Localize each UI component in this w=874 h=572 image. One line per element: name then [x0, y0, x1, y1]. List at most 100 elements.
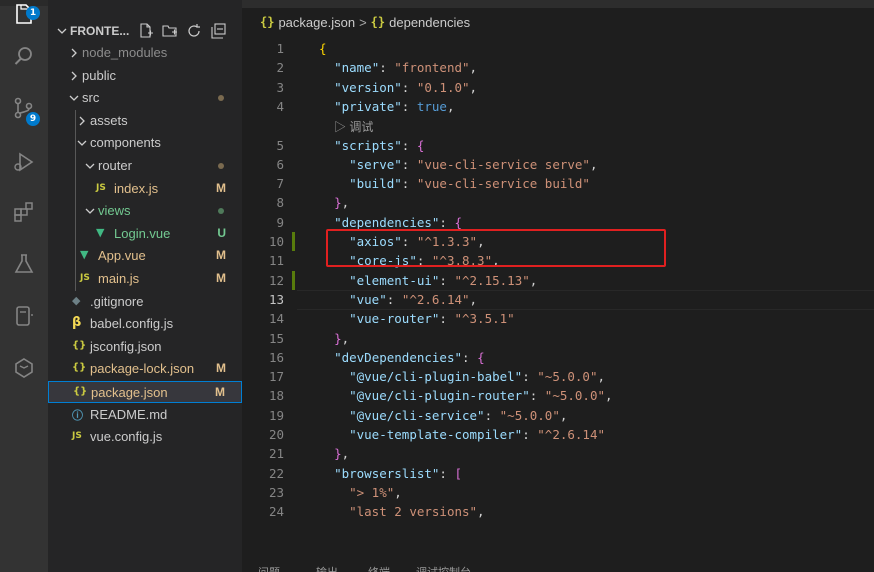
- new-folder-icon[interactable]: [162, 23, 178, 39]
- tree-item[interactable]: ▼ App.vue M: [48, 245, 242, 267]
- explorer-badge: 1: [26, 6, 40, 20]
- breadcrumb-file[interactable]: package.json: [278, 15, 355, 30]
- code-line[interactable]: 1{: [242, 39, 874, 59]
- code-line[interactable]: 5 "scripts": {: [242, 136, 874, 156]
- chevron-down-icon[interactable]: [84, 205, 96, 217]
- code-line[interactable]: 24 "last 2 versions",: [242, 502, 874, 522]
- code-line[interactable]: 22 "browserslist": [: [242, 464, 874, 484]
- line-number: 8: [276, 195, 284, 211]
- code-line[interactable]: 2 "name": "frontend",: [242, 58, 874, 78]
- line-number: 24: [268, 504, 284, 520]
- code-line[interactable]: 17 "@vue/cli-plugin-babel": "~5.0.0",: [242, 367, 874, 387]
- panel-tab[interactable]: 调试控制台: [416, 564, 471, 572]
- json-file-icon: {}: [260, 15, 275, 29]
- tree-item-label: package.json: [91, 385, 168, 400]
- explorer-header[interactable]: FRONTE...: [48, 20, 242, 44]
- tree-item[interactable]: src: [48, 87, 242, 109]
- tree-item[interactable]: views: [48, 200, 242, 222]
- code-text: "@vue/cli-plugin-router": "~5.0.0",: [349, 388, 613, 404]
- debug-codelens[interactable]: ▷ 调试: [334, 118, 373, 135]
- tree-item[interactable]: router: [48, 155, 242, 177]
- chevron-down-icon[interactable]: [56, 25, 68, 37]
- tree-item[interactable]: ▼ Login.vue U: [48, 223, 242, 245]
- tree-item[interactable]: JS index.js M: [48, 178, 242, 200]
- chevron-right-icon[interactable]: [76, 115, 88, 127]
- tree-item-label: components: [90, 135, 161, 151]
- package-icon[interactable]: [12, 356, 36, 380]
- tree-item[interactable]: components: [48, 132, 242, 154]
- line-number: 19: [268, 407, 284, 423]
- code-line[interactable]: 3 "version": "0.1.0",: [242, 78, 874, 98]
- code-line[interactable]: 21 },: [242, 444, 874, 464]
- javascript-file-icon: JS: [96, 182, 106, 193]
- panel-tab[interactable]: 问题: [258, 564, 280, 572]
- refresh-icon[interactable]: [186, 23, 202, 39]
- code-line[interactable]: 14 "vue-router": "^3.5.1": [242, 309, 874, 329]
- code-line[interactable]: 8 },: [242, 193, 874, 213]
- tree-item[interactable]: assets: [48, 110, 242, 132]
- code-line[interactable]: 18 "@vue/cli-plugin-router": "~5.0.0",: [242, 386, 874, 406]
- code-line[interactable]: 12 "element-ui": "^2.15.13",: [242, 270, 874, 291]
- code-line[interactable]: 13 "vue": "^2.6.14",: [242, 289, 874, 310]
- tree-item[interactable]: β babel.config.js: [48, 313, 242, 335]
- remote-explorer-icon[interactable]: [12, 304, 36, 328]
- activity-bar: 1 9: [0, 0, 48, 572]
- panel-tab[interactable]: 输出: [316, 564, 338, 572]
- chevron-down-icon[interactable]: [84, 160, 96, 172]
- code-line[interactable]: 6 "serve": "vue-cli-service serve",: [242, 155, 874, 175]
- gutter-modified-marker: [292, 270, 295, 290]
- code-line[interactable]: 15 },: [242, 329, 874, 349]
- line-number: 6: [276, 156, 284, 172]
- breadcrumb-separator: >: [359, 14, 367, 30]
- tree-item[interactable]: {} package-lock.json M: [48, 358, 242, 380]
- line-number: 13: [268, 291, 284, 307]
- annotation-highlight-box: [326, 229, 666, 267]
- vue-file-icon: ▼: [96, 225, 105, 239]
- tree-item[interactable]: node_modules: [48, 42, 242, 64]
- code-text: "element-ui": "^2.15.13",: [349, 272, 538, 288]
- code-text: "browserslist": [: [334, 465, 463, 481]
- code-line[interactable]: 23 "> 1%",: [242, 483, 874, 503]
- code-line[interactable]: 7 "build": "vue-cli-service build": [242, 174, 874, 194]
- chevron-right-icon[interactable]: [68, 70, 80, 82]
- collapse-all-icon[interactable]: [210, 23, 226, 39]
- extensions-icon[interactable]: [12, 200, 36, 224]
- tree-item-label: src: [82, 90, 100, 106]
- line-number: 21: [268, 446, 284, 462]
- gutter-modified-marker: [292, 232, 295, 251]
- code-text: "version": "0.1.0",: [334, 79, 478, 95]
- search-icon[interactable]: [12, 44, 36, 68]
- run-debug-icon[interactable]: [12, 150, 36, 174]
- line-number: 14: [268, 311, 284, 327]
- code-text: {: [319, 41, 327, 56]
- tree-item[interactable]: ◆ .gitignore: [48, 291, 242, 313]
- tree-item[interactable]: {} jsconfig.json: [48, 336, 242, 358]
- tree-item[interactable]: {} package.json M: [48, 381, 242, 403]
- tree-item[interactable]: JS main.js M: [48, 268, 242, 290]
- indent-guide: [75, 109, 76, 291]
- tree-item-label: assets: [90, 112, 128, 128]
- symbol-object-icon: {}: [370, 15, 386, 29]
- code-text: "vue-router": "^3.5.1": [349, 311, 515, 327]
- git-status-badge: M: [216, 180, 226, 195]
- code-text: "build": "vue-cli-service build": [349, 176, 590, 192]
- chevron-down-icon[interactable]: [76, 137, 88, 149]
- code-line[interactable]: 4 "private": true,: [242, 97, 874, 117]
- code-line[interactable]: 16 "devDependencies": {: [242, 348, 874, 368]
- code-line[interactable]: 20 "vue-template-compiler": "^2.6.14": [242, 425, 874, 445]
- new-file-icon[interactable]: [138, 23, 154, 39]
- chevron-down-icon[interactable]: [68, 92, 80, 104]
- breadcrumb-symbol[interactable]: dependencies: [389, 15, 470, 30]
- babel-file-icon: β: [72, 315, 82, 331]
- line-number: 11: [268, 253, 284, 269]
- modified-dot: [218, 95, 224, 102]
- chevron-right-icon[interactable]: [68, 47, 80, 59]
- code-line[interactable]: 19 "@vue/cli-service": "~5.0.0",: [242, 406, 874, 426]
- tree-item-label: README.md: [90, 406, 168, 422]
- testing-icon[interactable]: [12, 252, 36, 276]
- panel-tab[interactable]: 终端: [368, 564, 390, 572]
- code-text: },: [334, 446, 350, 462]
- tree-item[interactable]: ⓘ README.md: [48, 404, 242, 426]
- tree-item[interactable]: JS vue.config.js: [48, 426, 242, 448]
- tree-item[interactable]: public: [48, 65, 242, 87]
